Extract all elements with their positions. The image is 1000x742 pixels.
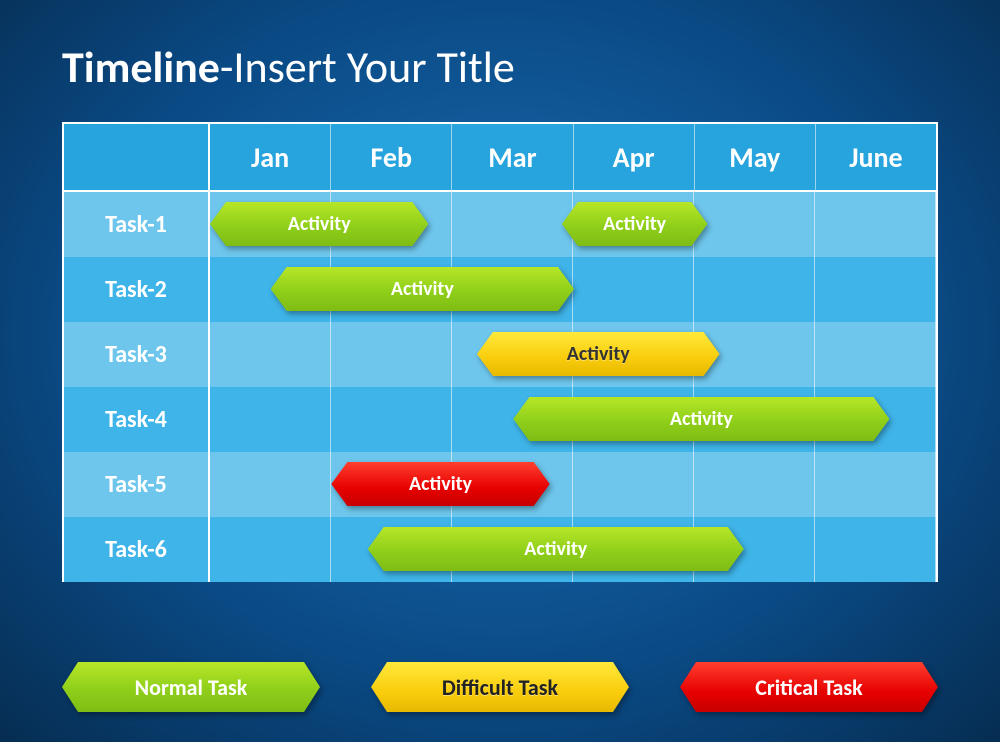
task-label: Task-2	[64, 257, 210, 322]
task-row: Task-6 Activity	[64, 517, 936, 582]
legend-item: Critical Task	[680, 662, 938, 712]
task-label: Task-1	[64, 192, 210, 257]
activity-bar-label: Activity	[513, 397, 889, 441]
grid-cell	[452, 192, 573, 257]
activity-bar-label: Activity	[271, 267, 574, 311]
month-header: Jan	[210, 124, 331, 190]
legend-item-label: Normal Task	[62, 662, 320, 712]
grid-cell	[694, 192, 815, 257]
activity-bar[interactable]: Activity	[562, 202, 708, 246]
activity-bar-label: Activity	[210, 202, 428, 246]
month-header: June	[816, 124, 936, 190]
month-header-row: JanFebMarAprMayJune	[64, 124, 936, 192]
activity-bar-label: Activity	[477, 332, 720, 376]
activity-bar-label: Activity	[368, 527, 744, 571]
activity-bar[interactable]: Activity	[271, 267, 574, 311]
gantt-chart: JanFebMarAprMayJune Task-1ActivityActivi…	[62, 122, 938, 582]
grid-cell	[210, 517, 331, 582]
grid-cell	[694, 257, 815, 322]
activity-bar[interactable]: Activity	[477, 332, 720, 376]
task-row: Task-3 Activity	[64, 322, 936, 387]
grid-cell	[210, 322, 331, 387]
legend-item-label: Critical Task	[680, 662, 938, 712]
legend-item: Normal Task	[62, 662, 320, 712]
grid-cell	[694, 452, 815, 517]
legend-item-label: Difficult Task	[371, 662, 629, 712]
grid-cell	[573, 452, 694, 517]
grid-cell	[210, 387, 331, 452]
grid-cell	[815, 322, 936, 387]
legend: Normal Task Difficult Task Critical Task	[62, 662, 938, 712]
task-label: Task-5	[64, 452, 210, 517]
activity-bar[interactable]: Activity	[368, 527, 744, 571]
grid-cell	[573, 257, 694, 322]
task-row: Task-1ActivityActivity	[64, 192, 936, 257]
activity-bar[interactable]: Activity	[513, 397, 889, 441]
grid-cell	[815, 257, 936, 322]
grid-cell	[210, 452, 331, 517]
task-label: Task-6	[64, 517, 210, 582]
activity-bar-label: Activity	[562, 202, 708, 246]
month-columns: JanFebMarAprMayJune	[210, 124, 936, 190]
task-row: Task-4 Activity	[64, 387, 936, 452]
month-header: Feb	[331, 124, 452, 190]
month-header: May	[695, 124, 816, 190]
month-header: Apr	[574, 124, 695, 190]
task-row: Task-5 Activity	[64, 452, 936, 517]
grid-cell	[815, 517, 936, 582]
row-grid: Activity	[210, 257, 936, 322]
title-bold: Timeline	[62, 40, 220, 94]
task-row: Task-2 Activity	[64, 257, 936, 322]
row-grid: Activity	[210, 452, 936, 517]
chart-body: Task-1ActivityActivityTask-2ActivityTask…	[64, 192, 936, 582]
month-header: Mar	[452, 124, 573, 190]
row-grid: Activity Activity	[210, 192, 936, 257]
row-grid: Activity	[210, 517, 936, 582]
legend-item: Difficult Task	[371, 662, 629, 712]
title-rest: -Insert Your Title	[220, 40, 515, 94]
row-grid: Activity	[210, 322, 936, 387]
slide-title: Timeline-Insert Your Title	[62, 40, 938, 94]
activity-bar-label: Activity	[331, 462, 549, 506]
header-label-spacer	[64, 124, 210, 190]
activity-bar[interactable]: Activity	[210, 202, 428, 246]
task-label: Task-4	[64, 387, 210, 452]
row-grid: Activity	[210, 387, 936, 452]
grid-cell	[815, 192, 936, 257]
task-label: Task-3	[64, 322, 210, 387]
activity-bar[interactable]: Activity	[331, 462, 549, 506]
grid-cell	[815, 452, 936, 517]
grid-cell	[331, 322, 452, 387]
grid-cell	[331, 387, 452, 452]
